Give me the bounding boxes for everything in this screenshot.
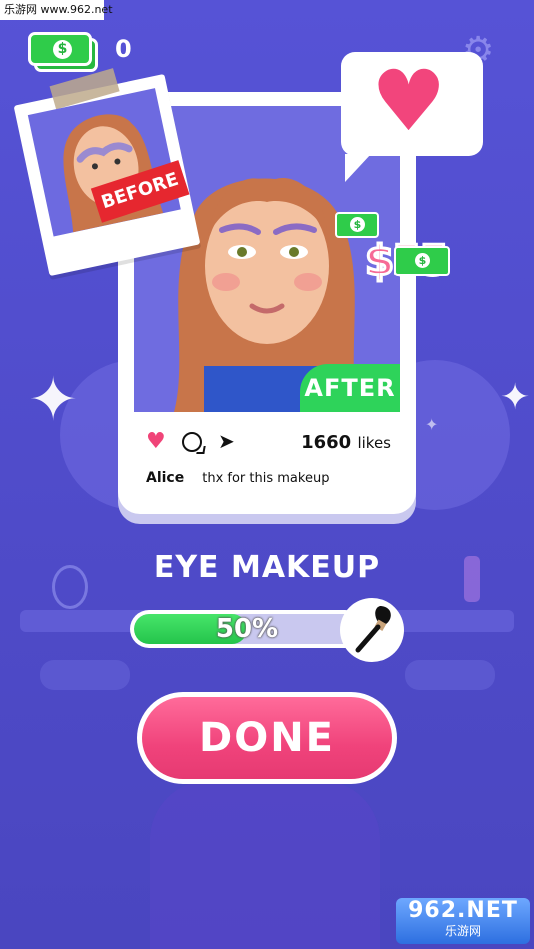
- after-label: AFTER: [300, 364, 400, 412]
- background-chair-right: [405, 660, 495, 690]
- sparkle-icon-small: ✦: [425, 415, 439, 434]
- progress-percent: 50%: [215, 614, 279, 644]
- share-icon[interactable]: ➤: [218, 430, 235, 452]
- comment-icon[interactable]: [182, 432, 202, 452]
- cash-counter: 0: [115, 35, 132, 63]
- post-username: Alice: [146, 470, 185, 486]
- makeup-brush-icon: [355, 606, 391, 653]
- watermark-top: 乐游网 www.962.net: [0, 0, 113, 20]
- like-heart-icon[interactable]: ♥: [146, 430, 166, 454]
- task-progress-bar: 50%: [130, 610, 364, 648]
- task-title: EYE MAKEUP: [153, 550, 381, 585]
- post-caption: Alice thx for this makeup: [146, 470, 406, 486]
- background-character: [150, 780, 380, 949]
- likes-count: 1660 likes: [301, 432, 391, 453]
- makeup-tool-badge: [340, 598, 404, 662]
- sparkle-icon-left: ✦: [28, 365, 79, 435]
- sparkle-icon-right: ✦: [500, 377, 531, 418]
- floating-cash-icon: $: [335, 212, 379, 238]
- done-button[interactable]: DONE: [137, 692, 397, 784]
- heart-icon: ♥: [371, 52, 447, 150]
- post-action-bar: ♥ ➤ 1660 likes: [146, 430, 391, 456]
- post-caption-text: thx for this makeup: [202, 471, 330, 486]
- background-chair-left: [40, 660, 130, 690]
- done-button-label: DONE: [142, 697, 392, 779]
- floating-cash-icon-2: $: [394, 246, 450, 276]
- watermark-bottom: 962.NET 乐游网: [396, 898, 530, 944]
- reaction-bubble: ♥: [341, 52, 483, 182]
- cash-stack-icon: $: [28, 32, 98, 72]
